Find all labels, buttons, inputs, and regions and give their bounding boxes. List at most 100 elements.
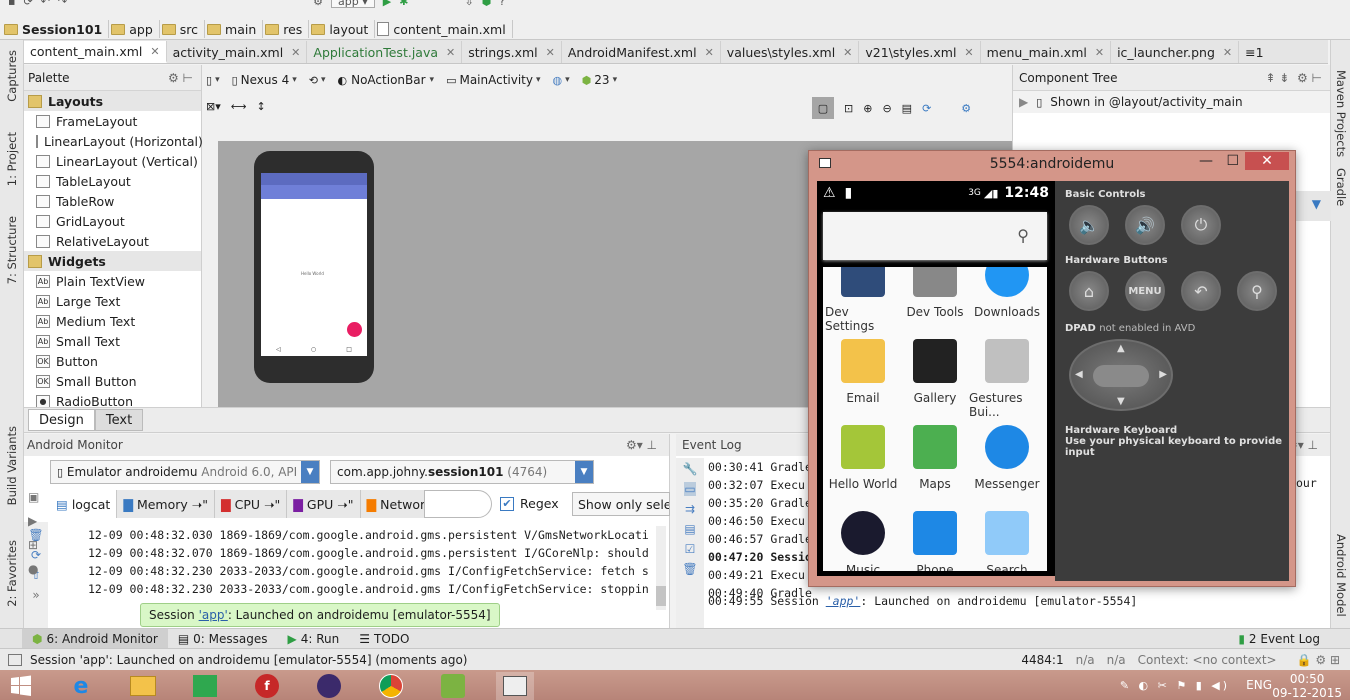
clock[interactable]: 00:50 09-12-2015 bbox=[1272, 672, 1342, 700]
close-icon[interactable]: ✕ bbox=[446, 46, 455, 59]
palette-item[interactable]: Ab Small Text bbox=[24, 331, 201, 351]
api-dropdown[interactable]: ⬢ 23 bbox=[582, 73, 617, 87]
tab-values-styles[interactable]: values\styles.xml ✕ bbox=[721, 41, 860, 63]
app-launcher-item[interactable]: Dev Tools bbox=[897, 267, 973, 319]
android-studio-taskbar-icon[interactable] bbox=[434, 672, 472, 700]
breadcrumb-file[interactable]: content_main.xml bbox=[375, 20, 513, 38]
breadcrumb-layout[interactable]: layout bbox=[309, 20, 376, 38]
refresh-icon[interactable]: ⟳ bbox=[922, 103, 931, 114]
run-config-select[interactable]: app ▾ bbox=[331, 0, 375, 8]
explorer-taskbar-icon[interactable] bbox=[124, 672, 162, 700]
wrench-icon[interactable]: 🔧 bbox=[683, 462, 698, 476]
store-taskbar-icon[interactable] bbox=[186, 672, 224, 700]
wrap-icon[interactable]: ⇉ bbox=[685, 502, 695, 516]
tab-text[interactable]: Text bbox=[94, 409, 144, 431]
gear-icon[interactable]: ⚙ ⊢ bbox=[168, 71, 193, 85]
ie-taskbar-icon[interactable]: e bbox=[62, 672, 100, 700]
menu-button[interactable]: MENU bbox=[1125, 271, 1165, 311]
palette-item[interactable]: TableLayout bbox=[24, 171, 201, 191]
minimize-icon[interactable]: — bbox=[1199, 153, 1213, 169]
tab-logcat[interactable]: ▤ logcat bbox=[50, 490, 118, 518]
volume-down-button[interactable]: 🔈 bbox=[1069, 205, 1109, 245]
tab-application-test[interactable]: ApplicationTest.java ✕ bbox=[307, 41, 463, 63]
resize-vertical-icon[interactable]: ↕ bbox=[257, 101, 266, 112]
camera-icon[interactable]: ▣ bbox=[28, 490, 39, 504]
app-launcher-item[interactable]: Maps bbox=[897, 425, 973, 491]
palette-item[interactable]: TableRow bbox=[24, 191, 201, 211]
monitor-icon[interactable]: ▭ bbox=[684, 482, 696, 496]
palette-item[interactable]: FrameLayout bbox=[24, 111, 201, 131]
breadcrumb-project[interactable]: Session101 bbox=[2, 20, 110, 38]
fit-screen-icon[interactable]: ▤ bbox=[902, 103, 912, 114]
tab-activity-main[interactable]: activity_main.xml ✕ bbox=[167, 41, 308, 63]
tab-gpu[interactable]: ▇ GPU ➝" bbox=[287, 490, 361, 518]
monitor-options-icon[interactable]: ⚙▾ ⊥ bbox=[626, 438, 657, 452]
app-launcher-item[interactable]: Gestures Bui... bbox=[969, 339, 1045, 419]
gradle-tool-button[interactable]: Gradle bbox=[1334, 168, 1348, 206]
close-icon[interactable]: ✕ bbox=[546, 46, 555, 59]
project-tool-button[interactable]: 1: Project bbox=[5, 132, 19, 186]
tree-options-icon[interactable]: ⇞ ⇟ ⚙ ⊢ bbox=[1265, 71, 1322, 85]
close-icon[interactable]: ✕ bbox=[964, 46, 973, 59]
activity-dropdown[interactable]: ▭ MainActivity bbox=[446, 73, 540, 87]
context-indicator[interactable]: Context: <no context> bbox=[1138, 653, 1277, 667]
process-select[interactable]: com.app.johny. session101 (4764) ▼ bbox=[330, 460, 594, 484]
logcat-line[interactable]: 12-09 00:48:32.030 1869-1869/com.google.… bbox=[88, 526, 656, 544]
tab-manifest[interactable]: AndroidManifest.xml ✕ bbox=[562, 41, 721, 63]
palette-item[interactable]: LinearLayout (Vertical) bbox=[24, 151, 201, 171]
palette-group[interactable]: Layouts bbox=[24, 91, 201, 111]
debug-icon[interactable]: ✱ bbox=[399, 0, 408, 7]
app-launcher-item[interactable]: Hello World bbox=[825, 425, 901, 491]
palette-item[interactable]: GridLayout bbox=[24, 211, 201, 231]
make-icon[interactable]: ⚙ bbox=[313, 0, 323, 7]
download-icon[interactable]: ⇩ bbox=[464, 0, 473, 7]
flash-taskbar-icon[interactable]: f bbox=[248, 672, 286, 700]
content-area[interactable]: Hello World bbox=[261, 199, 367, 343]
logcat-search-input[interactable] bbox=[424, 490, 492, 518]
sdk-icon[interactable]: ⬢ bbox=[482, 0, 492, 7]
chrome-taskbar-icon[interactable] bbox=[372, 672, 410, 700]
encoding[interactable]: n/a bbox=[1107, 653, 1126, 667]
emulator-taskbar-icon[interactable] bbox=[496, 672, 534, 700]
preview-icon[interactable]: ▢ bbox=[812, 97, 834, 119]
line-separator[interactable]: n/a bbox=[1076, 653, 1095, 667]
save-icon[interactable]: ▪ bbox=[8, 0, 15, 7]
tab-v21-styles[interactable]: v21\styles.xml ✕ bbox=[859, 41, 981, 63]
palette-item[interactable]: RelativeLayout bbox=[24, 231, 201, 251]
app-launcher-item[interactable]: Dev Settings bbox=[825, 267, 901, 333]
tree-node-root[interactable]: ▶ ▯ Shown in @layout/activity_main bbox=[1013, 91, 1330, 113]
lock-icon[interactable]: 🔒 ⚙ ⊞ bbox=[1297, 653, 1340, 667]
tab-menu-main[interactable]: menu_main.xml ✕ bbox=[981, 41, 1112, 63]
palette-item[interactable]: Ab Large Text bbox=[24, 291, 201, 311]
tab-run[interactable]: ▶ 4: Run bbox=[278, 632, 350, 646]
maven-projects-tool-button[interactable]: Maven Projects bbox=[1334, 70, 1348, 157]
eclipse-taskbar-icon[interactable] bbox=[310, 672, 348, 700]
favorites-tool-button[interactable]: 2: Favorites bbox=[5, 540, 19, 607]
tab-memory[interactable]: ▇ Memory ➝" bbox=[117, 490, 216, 518]
tab-messages[interactable]: ▤ 0: Messages bbox=[168, 632, 278, 646]
theme-button[interactable]: ◐ NoActionBar bbox=[338, 73, 435, 87]
settings-icon[interactable]: ▤ bbox=[684, 522, 695, 536]
app-launcher-item[interactable]: Music bbox=[825, 511, 901, 571]
stop-icon[interactable]: ● bbox=[28, 562, 39, 576]
zoom-out-icon[interactable]: ⊖ bbox=[882, 103, 891, 114]
logcat-output[interactable]: 12-09 00:48:32.030 1869-1869/com.google.… bbox=[88, 526, 656, 598]
notification-balloon[interactable]: Session 'app': Launched on androidemu [e… bbox=[140, 603, 500, 627]
dpad-center[interactable] bbox=[1093, 365, 1149, 387]
palette-item[interactable]: OK Small Button bbox=[24, 371, 201, 391]
layout-inspector-icon[interactable]: ⊞ bbox=[28, 538, 39, 552]
event-link[interactable]: 'app' bbox=[826, 594, 861, 608]
palette-item[interactable]: OK Button bbox=[24, 351, 201, 371]
filter-icon[interactable]: ▼ bbox=[1312, 197, 1321, 211]
tab-android-monitor[interactable]: ⬢ 6: Android Monitor bbox=[22, 628, 168, 649]
breadcrumb-main[interactable]: main bbox=[205, 20, 264, 38]
app-launcher-item[interactable]: Phone bbox=[897, 511, 973, 571]
language-indicator[interactable]: ENG bbox=[1246, 678, 1272, 692]
run-icon[interactable]: ▶ bbox=[383, 0, 391, 7]
trash-icon[interactable]: 🗑 bbox=[682, 562, 697, 576]
orientation-dropdown[interactable]: ⟲ bbox=[309, 75, 326, 86]
undo-icon[interactable]: ↶ bbox=[41, 0, 50, 7]
breadcrumb-res[interactable]: res bbox=[263, 20, 310, 38]
fit-icon[interactable]: ⊠▾ bbox=[206, 101, 221, 112]
fab-button[interactable] bbox=[347, 322, 362, 337]
